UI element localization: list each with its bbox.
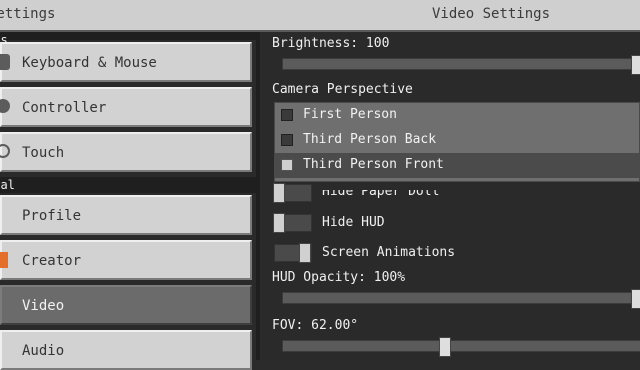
toggle-thumb <box>273 213 285 233</box>
sidebar-item-label: Keyboard & Mouse <box>22 55 157 71</box>
section-label-general: eral <box>0 177 256 193</box>
camera-perspective-label: Camera Perspective <box>272 82 413 97</box>
sidebar-item-audio[interactable]: Audio <box>0 330 252 370</box>
sidebar-item-label: Touch <box>22 145 65 161</box>
sidebar-item-label: Creator <box>22 253 82 269</box>
section-label-controls: ols <box>0 32 256 47</box>
option-label: Third Person Front <box>303 157 444 172</box>
keyboard-icon <box>0 54 10 70</box>
screen-animations-toggle[interactable] <box>274 243 312 263</box>
sidebar-item-label: Profile <box>22 208 82 224</box>
page-title: Video Settings <box>432 6 551 22</box>
hide-paper-doll-toggle[interactable] <box>273 183 312 203</box>
camera-option-third-person-front[interactable]: Third Person Front <box>275 153 639 178</box>
sidebar-item-profile[interactable]: Profile <box>0 195 252 235</box>
camera-option-first-person[interactable]: First Person <box>275 103 639 128</box>
camera-option-third-person-back[interactable]: Third Person Back <box>275 128 639 153</box>
top-bar: Settings Video Settings <box>0 0 640 32</box>
profile-icon <box>0 207 10 223</box>
hide-paper-doll-label: Hide Paper Doll <box>322 184 440 199</box>
toggle-thumb <box>273 183 285 203</box>
toggle-thumb <box>299 243 311 263</box>
radio-checked-icon <box>281 159 293 171</box>
sidebar-item-touch[interactable]: Touch <box>0 132 252 172</box>
sidebar-item-creator[interactable]: Creator <box>0 240 252 280</box>
creator-icon <box>0 252 8 268</box>
video-icon <box>0 297 10 313</box>
sidebar-item-controller[interactable]: Controller <box>0 87 252 127</box>
fov-slider[interactable] <box>282 337 640 357</box>
camera-perspective-dropdown[interactable]: First Person Third Person Back Third Per… <box>274 102 640 182</box>
option-label: First Person <box>303 107 397 122</box>
brightness-label: Brightness: 100 <box>272 36 390 51</box>
settings-title: Settings <box>0 6 56 22</box>
hud-opacity-slider-handle[interactable] <box>631 289 640 309</box>
brightness-slider-handle[interactable] <box>631 55 640 75</box>
sidebar-item-video[interactable]: Video <box>0 285 252 325</box>
option-label: Third Person Back <box>303 132 437 147</box>
screen-animations-label: Screen Animations <box>322 245 456 260</box>
sidebar-item-label: Video <box>22 298 65 314</box>
hud-opacity-slider[interactable] <box>282 289 640 309</box>
controller-icon <box>0 99 10 113</box>
video-settings-panel: Brightness: 100 Camera Perspective First… <box>262 32 640 360</box>
touch-icon <box>0 144 10 158</box>
sidebar-item-label: Audio <box>22 343 65 359</box>
radio-icon <box>281 134 293 146</box>
settings-sidebar: ols Keyboard & Mouse Controller Touch er… <box>0 32 260 370</box>
brightness-slider[interactable] <box>282 55 640 75</box>
fov-slider-handle[interactable] <box>439 337 451 357</box>
fov-label: FOV: 62.00° <box>272 318 359 333</box>
hud-opacity-label: HUD Opacity: 100% <box>272 270 406 285</box>
hide-hud-toggle[interactable] <box>273 213 312 233</box>
sidebar-item-keyboard-mouse[interactable]: Keyboard & Mouse <box>0 42 252 82</box>
audio-icon <box>0 342 10 358</box>
hide-hud-label: Hide HUD <box>322 215 385 230</box>
sidebar-item-label: Controller <box>22 100 107 116</box>
radio-icon <box>281 109 293 121</box>
